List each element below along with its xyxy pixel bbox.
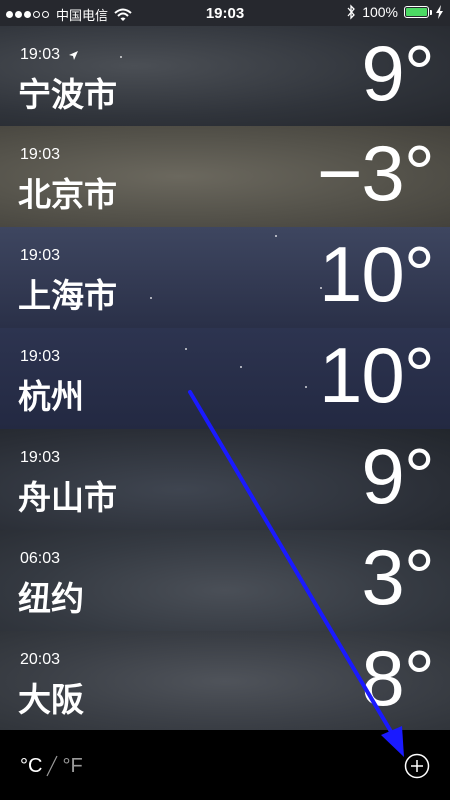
city-name: 上海市 [18,276,117,315]
city-row[interactable]: 19:03 上海市 10° [0,227,450,328]
star [120,56,122,58]
city-temperature: 3° [361,533,435,621]
city-time-text: 19:03 [20,46,61,63]
plus-circle-icon[interactable] [404,753,430,779]
bottom-toolbar: °C °F [0,730,450,800]
city-row[interactable]: 19:03 宁波市 9° [0,26,450,126]
city-time-text: 19:03 [20,146,61,163]
city-local-time: 19:03 [20,46,79,64]
city-name: 宁波市 [18,75,117,114]
city-name: 北京市 [18,175,117,214]
city-temperature: 9° [361,432,435,520]
city-local-time: 19:03 [20,449,60,467]
city-time-text: 06:03 [20,550,61,567]
city-temperature: 10° [319,331,435,419]
city-temperature: 8° [361,634,435,722]
city-row[interactable]: 19:03 杭州 10° [0,328,450,429]
star [275,235,277,237]
city-time-text: 19:03 [20,449,61,466]
battery-icon [404,6,432,18]
city-temperature: 10° [319,230,435,318]
battery-fill [406,8,427,16]
charging-bolt-icon [436,5,443,19]
star [150,297,152,299]
city-name: 杭州 [18,377,84,416]
unit-toggle[interactable]: °C °F [20,754,83,778]
city-time-text: 19:03 [20,247,61,264]
bluetooth-icon [347,4,356,20]
city-row[interactable]: 19:03 北京市 −3° [0,126,450,227]
status-bar: 中国电信 19:03 100% [0,0,450,26]
city-row[interactable]: 19:03 舟山市 9° [0,429,450,530]
battery-percent: 100% [362,4,398,20]
star [305,386,307,388]
city-name: 纽约 [18,579,84,618]
unit-separator-slash [46,755,58,777]
city-time-text: 20:03 [20,651,61,668]
battery-cap [430,10,432,15]
star [240,366,242,368]
city-temperature: 9° [361,29,435,117]
city-name: 舟山市 [18,478,117,517]
city-row[interactable]: 06:03 纽约 3° [0,530,450,631]
location-arrow-icon [69,50,79,60]
status-right: 100% [346,4,444,20]
weather-city-list-screen: 中国电信 19:03 100% 19:03 宁波市 9° 19:03 北京市 −… [0,0,450,800]
city-local-time: 19:03 [20,247,60,265]
city-local-time: 19:03 [20,146,60,164]
city-local-time: 06:03 [20,550,60,568]
unit-celsius[interactable]: °C [20,755,42,778]
city-list: 19:03 宁波市 9° 19:03 北京市 −3° 19:03 上海市 10°… [0,26,450,732]
unit-fahrenheit[interactable]: °F [62,755,82,778]
city-time-text: 19:03 [20,348,61,365]
star [185,348,187,350]
city-name: 大阪 [18,680,84,719]
city-local-time: 19:03 [20,348,60,366]
city-temperature: −3° [316,129,435,217]
city-row[interactable]: 20:03 大阪 8° [0,631,450,732]
city-local-time: 20:03 [20,651,60,669]
